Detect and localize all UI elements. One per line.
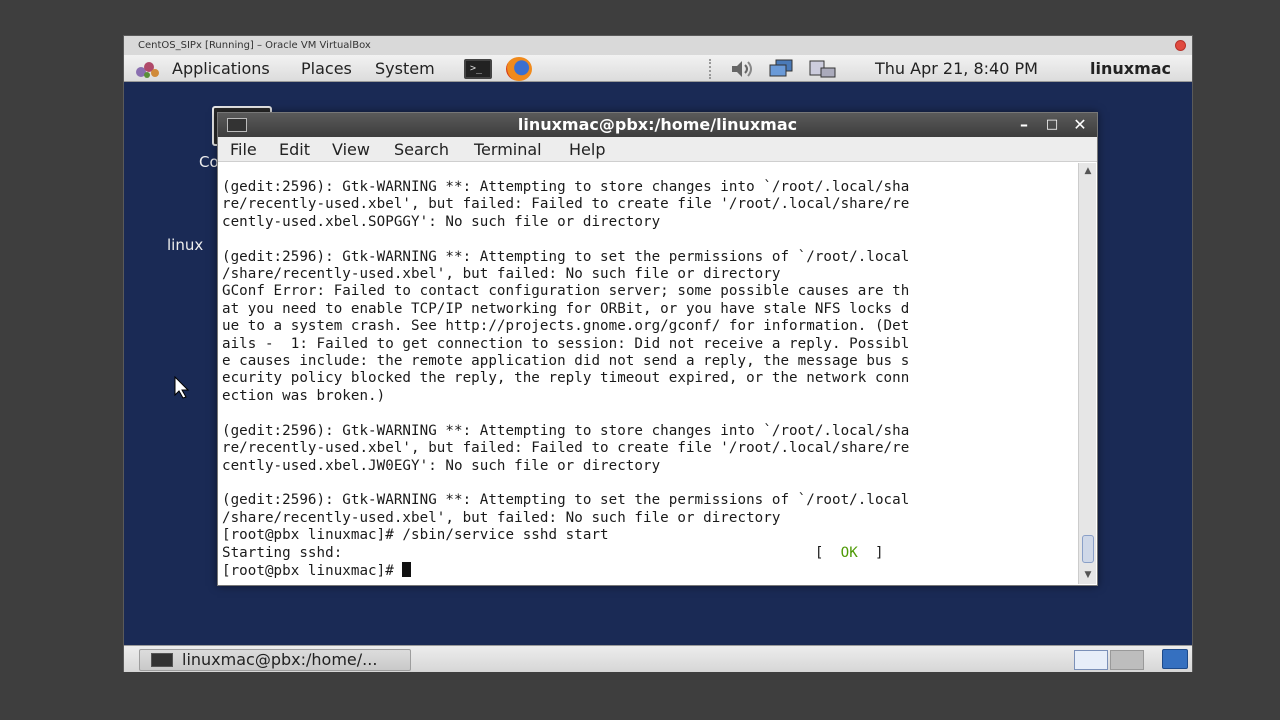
menu-applications[interactable]: Applications: [172, 55, 270, 82]
terminal-icon: [151, 653, 173, 667]
taskbar-terminal-label: linuxmac@pbx:/home/...: [182, 650, 378, 669]
scroll-up-icon[interactable]: ▲: [1081, 164, 1095, 178]
terminal-line: ection was broken.): [222, 387, 386, 404]
network-icon[interactable]: [768, 59, 796, 79]
terminal-line: (gedit:2596): Gtk-WARNING **: Attempting…: [222, 179, 910, 195]
terminal-window: linuxmac@pbx:/home/linuxmac – □ ✕ File E…: [217, 112, 1098, 586]
menu-terminal[interactable]: Terminal: [474, 137, 542, 162]
taskbar-terminal-button[interactable]: linuxmac@pbx:/home/...: [139, 649, 411, 671]
terminal-output[interactable]: (gedit:2596): Gtk-WARNING **: Attempting…: [222, 165, 1078, 583]
bottom-panel: linuxmac@pbx:/home/...: [124, 645, 1192, 672]
terminal-line: ails - 1: Failed to get connection to se…: [222, 335, 910, 352]
close-icon[interactable]: ✕: [1069, 113, 1091, 137]
terminal-line: e causes include: the remote application…: [222, 353, 910, 370]
panel-user[interactable]: linuxmac: [1090, 55, 1171, 82]
terminal-line: ecurity policy blocked the reply, the re…: [222, 370, 910, 387]
text-cursor: [402, 561, 412, 577]
terminal-icon: [227, 118, 247, 132]
printer-icon[interactable]: [807, 59, 837, 79]
terminal-prompt-line: [root@pbx linuxmac]#: [222, 561, 909, 580]
menu-search[interactable]: Search: [394, 137, 449, 162]
terminal-text: (gedit:2596): Gtk-WARNING **: Attempting…: [222, 179, 909, 580]
workspace-1[interactable]: [1074, 650, 1108, 670]
mouse-cursor-icon: [174, 376, 190, 399]
workspace-2[interactable]: [1110, 650, 1144, 670]
trash-icon[interactable]: [1162, 649, 1188, 669]
close-icon[interactable]: [1175, 40, 1186, 51]
firefox-icon[interactable]: [506, 57, 532, 81]
scrollbar-thumb[interactable]: [1082, 535, 1094, 563]
volume-icon[interactable]: [730, 59, 754, 79]
panel-clock[interactable]: Thu Apr 21, 8:40 PM: [875, 55, 1038, 82]
ok-bracket-close: ]: [857, 544, 884, 561]
terminal-line: cently-used.xbel.SOPGGY': No such file o…: [222, 213, 661, 230]
terminal-line: [root@pbx linuxmac]# /sbin/service sshd …: [222, 527, 609, 544]
menu-places[interactable]: Places: [301, 55, 352, 82]
ok-status: OK: [840, 544, 858, 561]
menu-help[interactable]: Help: [569, 137, 605, 162]
terminal-line-starting: Starting sshd: [ OK ]: [222, 545, 909, 562]
terminal-line: (gedit:2596): Gtk-WARNING **: Attempting…: [222, 492, 910, 509]
gnome-foot-icon[interactable]: [135, 58, 161, 80]
desktop-icon-label-computer: Co: [199, 153, 219, 171]
maximize-icon[interactable]: □: [1041, 113, 1063, 137]
terminal-line: /share/recently-used.xbel', but failed: …: [222, 509, 781, 526]
terminal-launcher-icon[interactable]: >_: [464, 59, 492, 79]
terminal-titlebar[interactable]: linuxmac@pbx:/home/linuxmac – □ ✕: [218, 113, 1097, 137]
terminal-line: /share/recently-used.xbel', but failed: …: [222, 266, 781, 283]
menu-edit[interactable]: Edit: [279, 137, 310, 162]
virtualbox-window: CentOS_SIPx [Running] – Oracle VM Virtua…: [123, 35, 1193, 672]
minimize-icon[interactable]: –: [1013, 113, 1035, 137]
terminal-line: at you need to enable TCP/IP networking …: [222, 300, 910, 317]
starting-sshd-text: Starting sshd:: [222, 544, 343, 561]
desktop-icon-label-home: linux: [167, 236, 204, 254]
terminal-menubar: File Edit View Search Terminal Help: [218, 137, 1097, 162]
terminal-line: GConf Error: Failed to contact configura…: [222, 283, 910, 300]
menu-view[interactable]: View: [332, 137, 370, 162]
scroll-down-icon[interactable]: ▼: [1081, 568, 1095, 582]
terminal-line: ue to a system crash. See http://project…: [222, 318, 910, 335]
terminal-line: re/recently-used.xbel', but failed: Fail…: [222, 196, 910, 213]
terminal-line: (gedit:2596): Gtk-WARNING **: Attempting…: [222, 248, 910, 265]
ok-bracket-open: [: [814, 544, 841, 561]
terminal-scrollbar[interactable]: ▲ ▼: [1078, 163, 1096, 584]
menu-file[interactable]: File: [230, 137, 257, 162]
terminal-line: cently-used.xbel.JW0EGY': No such file o…: [222, 457, 661, 474]
terminal-line: (gedit:2596): Gtk-WARNING **: Attempting…: [222, 422, 910, 439]
menu-system[interactable]: System: [375, 55, 435, 82]
terminal-prompt: [root@pbx linuxmac]#: [222, 562, 403, 579]
virtualbox-title: CentOS_SIPx [Running] – Oracle VM Virtua…: [124, 36, 1192, 55]
terminal-title: linuxmac@pbx:/home/linuxmac: [517, 115, 798, 134]
top-panel: Applications Places System >_ Thu Apr 21…: [124, 55, 1192, 82]
panel-separator: [709, 59, 717, 79]
terminal-line: re/recently-used.xbel', but failed: Fail…: [222, 440, 910, 457]
